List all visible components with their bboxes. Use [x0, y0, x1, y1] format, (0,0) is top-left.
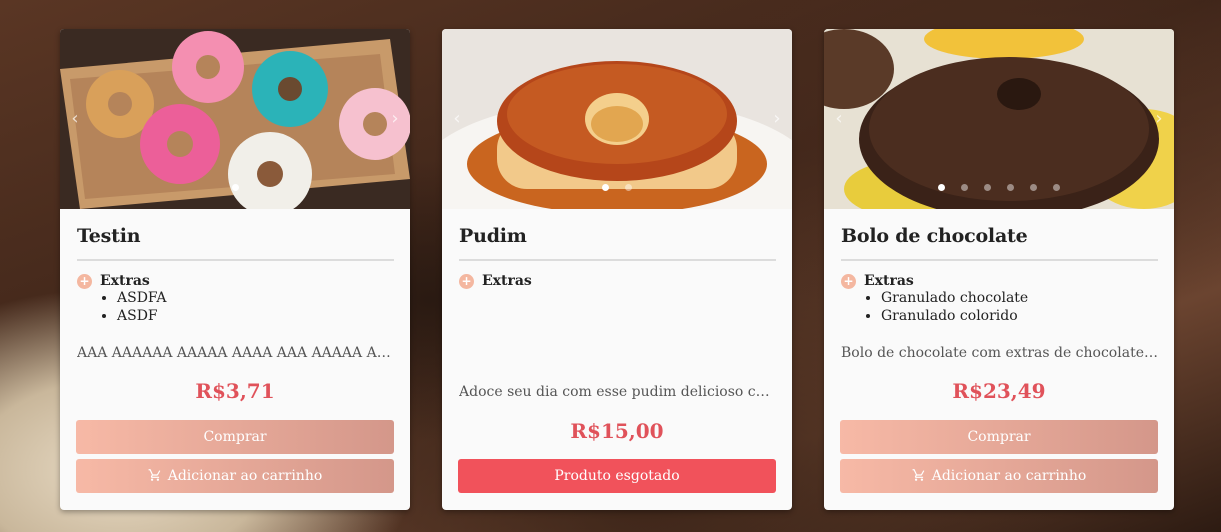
add-to-cart-button[interactable]: Adicionar ao carrinho [76, 459, 394, 493]
extras-list: ASDFA ASDF [117, 289, 394, 325]
product-card-pudim: ‹ › Pudim + Extras Adoce seu dia com ess… [442, 29, 792, 510]
product-title: Testin [77, 225, 394, 261]
product-description: Bolo de chocolate com extras de chocolat… [841, 345, 1158, 361]
sold-out-button[interactable]: Produto esgotado [458, 459, 776, 493]
carousel-dot[interactable] [1030, 184, 1037, 191]
extras-toggle[interactable]: + Extras [459, 273, 776, 289]
buy-button[interactable]: Comprar [840, 420, 1158, 454]
product-price: R$23,49 [952, 379, 1046, 403]
chevron-left-icon[interactable]: ‹ [68, 109, 82, 129]
extras-section: + Extras [459, 273, 776, 289]
extras-toggle[interactable]: + Extras [77, 273, 394, 289]
product-price: R$15,00 [570, 419, 664, 443]
carousel-dot[interactable] [625, 184, 632, 191]
plus-circle-icon[interactable]: + [459, 273, 474, 289]
buy-button[interactable]: Comprar [76, 420, 394, 454]
extras-toggle[interactable]: + Extras [841, 273, 1158, 289]
add-to-cart-label: Adicionar ao carrinho [167, 468, 323, 484]
plus-circle-icon[interactable]: + [841, 273, 856, 289]
carousel-indicators [60, 176, 410, 195]
extras-label: Extras [482, 273, 532, 289]
product-price: R$3,71 [195, 379, 275, 403]
product-card-bolo-de-chocolate: ‹ › Bolo de chocolate + Extras Granulado… [824, 29, 1174, 510]
carousel-indicators [442, 176, 792, 195]
product-title: Bolo de chocolate [841, 225, 1158, 261]
extras-label: Extras [100, 273, 150, 289]
image-carousel[interactable]: ‹ › [824, 29, 1174, 209]
product-card-testin: ‹ › Testin + Extras ASDFA ASDF AAA AAAAA… [60, 29, 410, 510]
add-to-cart-button[interactable]: Adicionar ao carrinho [840, 459, 1158, 493]
carousel-dot[interactable] [961, 184, 968, 191]
product-title: Pudim [459, 225, 776, 261]
extras-item: Granulado colorido [881, 307, 1158, 325]
chevron-left-icon[interactable]: ‹ [450, 109, 464, 129]
extras-label: Extras [864, 273, 914, 289]
plus-circle-icon[interactable]: + [77, 273, 92, 289]
carousel-dot[interactable] [602, 184, 609, 191]
extras-section: + Extras Granulado chocolate Granulado c… [841, 273, 1158, 325]
carousel-dot[interactable] [1007, 184, 1014, 191]
add-to-cart-label: Adicionar ao carrinho [931, 468, 1087, 484]
carousel-dot[interactable] [231, 184, 239, 191]
carousel-dot[interactable] [1053, 184, 1060, 191]
chevron-right-icon[interactable]: › [388, 109, 402, 129]
image-carousel[interactable]: ‹ › [442, 29, 792, 209]
carousel-indicators [824, 176, 1174, 195]
product-description: Adoce seu dia com esse pudim delicioso c… [459, 384, 776, 400]
extras-item: ASDFA [117, 289, 394, 307]
cart-icon [912, 469, 925, 481]
carousel-dot[interactable] [938, 184, 945, 191]
carousel-dot[interactable] [984, 184, 991, 191]
cart-icon [148, 469, 161, 481]
extras-item: ASDF [117, 307, 394, 325]
chevron-right-icon[interactable]: › [770, 109, 784, 129]
extras-item: Granulado chocolate [881, 289, 1158, 307]
image-carousel[interactable]: ‹ › [60, 29, 410, 209]
chevron-right-icon[interactable]: › [1152, 109, 1166, 129]
extras-list: Granulado chocolate Granulado colorido [881, 289, 1158, 325]
extras-section: + Extras ASDFA ASDF [77, 273, 394, 325]
chevron-left-icon[interactable]: ‹ [832, 109, 846, 129]
product-description: AAA AAAAAA AAAAA AAAA AAA AAAAA AAAA [77, 345, 394, 361]
